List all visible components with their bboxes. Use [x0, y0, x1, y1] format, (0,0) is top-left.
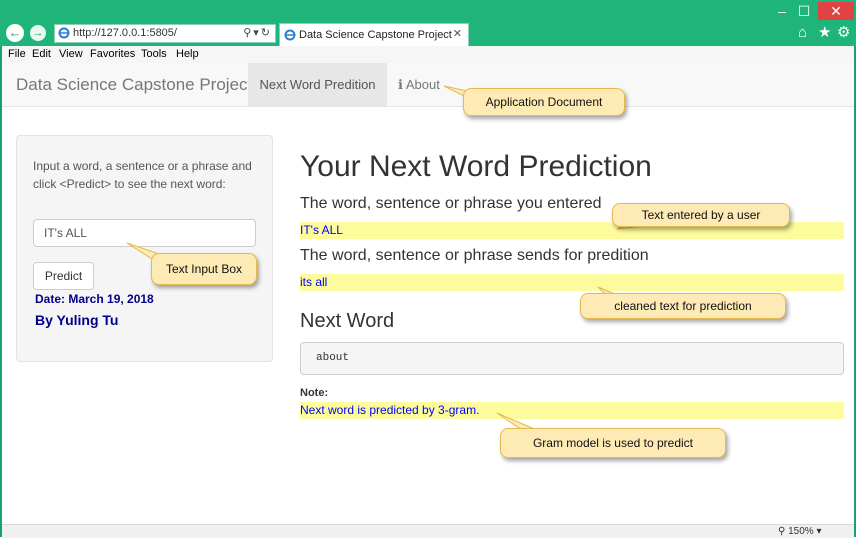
callout-text-entered: Text entered by a user — [612, 203, 790, 227]
callout-gram-model: Gram model is used to predict — [500, 428, 726, 458]
zoom-level: 150% — [788, 526, 814, 537]
callout-pointers — [126, 85, 652, 433]
callout-application-document: Application Document — [463, 88, 625, 116]
zoom-control[interactable]: ⚲ 150% ▾ — [778, 526, 822, 537]
zoom-icon: ⚲ — [778, 526, 789, 537]
status-bar: ⚲ 150% ▾ — [2, 524, 854, 538]
callout-cleaned-text: cleaned text for prediction — [580, 293, 786, 319]
callout-text-input-box: Text Input Box — [151, 253, 257, 285]
